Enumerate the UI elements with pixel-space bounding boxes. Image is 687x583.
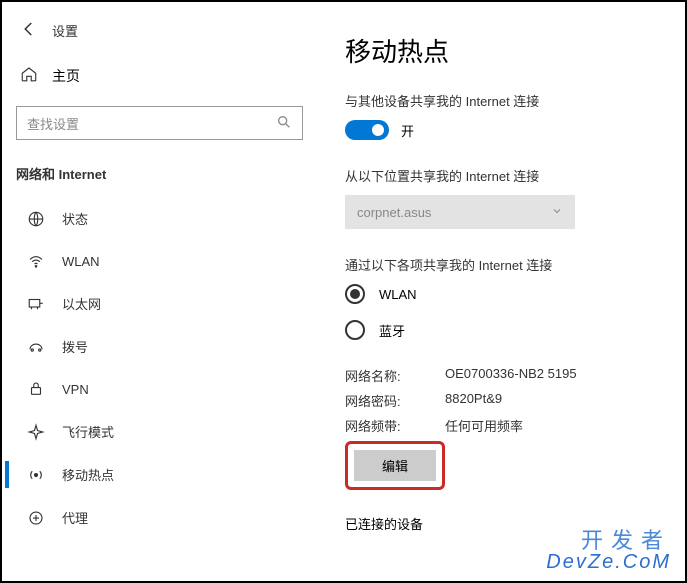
search-icon xyxy=(276,114,292,133)
sidebar-item-label: 代理 xyxy=(62,508,88,527)
globe-icon xyxy=(26,210,46,228)
net-pass-key: 网络密码: xyxy=(345,391,445,410)
sidebar-item-label: 飞行模式 xyxy=(62,422,114,441)
sidebar-item-wlan[interactable]: WLAN xyxy=(2,240,317,282)
sidebar-item-label: 拨号 xyxy=(62,337,88,356)
sidebar-item-dialup[interactable]: 拨号 xyxy=(2,325,317,368)
airplane-icon xyxy=(26,423,46,441)
sidebar-item-airplane[interactable]: 飞行模式 xyxy=(2,410,317,453)
dropdown-value: corpnet.asus xyxy=(357,205,431,220)
search-placeholder: 查找设置 xyxy=(27,114,276,133)
edit-button[interactable]: 编辑 xyxy=(354,450,436,481)
sidebar-item-status[interactable]: 状态 xyxy=(2,197,317,240)
vpn-icon xyxy=(26,380,46,398)
dialup-icon xyxy=(26,338,46,356)
toggle-state-label: 开 xyxy=(401,121,414,140)
radio-icon xyxy=(345,320,365,340)
share-toggle[interactable] xyxy=(345,120,389,140)
connected-devices-label: 已连接的设备 xyxy=(345,514,657,533)
window-title: 设置 xyxy=(52,21,78,40)
radio-bluetooth[interactable]: 蓝牙 xyxy=(345,320,657,340)
sidebar-item-label: 状态 xyxy=(62,209,88,228)
sidebar-item-label: 以太网 xyxy=(62,294,101,313)
search-input[interactable]: 查找设置 xyxy=(16,106,303,140)
net-band-key: 网络频带: xyxy=(345,416,445,435)
hotspot-icon xyxy=(26,466,46,484)
net-name-value: OE0700336-NB2 5195 xyxy=(445,366,657,385)
radio-label: WLAN xyxy=(379,287,417,302)
share-from-dropdown[interactable]: corpnet.asus xyxy=(345,195,575,229)
sidebar-item-ethernet[interactable]: 以太网 xyxy=(2,282,317,325)
share-label: 与其他设备共享我的 Internet 连接 xyxy=(345,91,657,110)
page-title: 移动热点 xyxy=(345,32,657,69)
radio-label: 蓝牙 xyxy=(379,321,405,340)
sidebar-item-label: WLAN xyxy=(62,254,100,269)
edit-button-highlight: 编辑 xyxy=(345,441,445,490)
sidebar-item-label: 移动热点 xyxy=(62,465,114,484)
section-header: 网络和 Internet xyxy=(2,158,317,197)
net-name-key: 网络名称: xyxy=(345,366,445,385)
wifi-icon xyxy=(26,252,46,270)
share-over-label: 通过以下各项共享我的 Internet 连接 xyxy=(345,255,657,274)
sidebar-item-label: 主页 xyxy=(52,66,80,86)
home-icon xyxy=(20,65,38,86)
proxy-icon xyxy=(26,509,46,527)
back-arrow-icon[interactable] xyxy=(20,20,38,41)
sidebar-item-home[interactable]: 主页 xyxy=(2,51,317,100)
sidebar-item-label: VPN xyxy=(62,382,89,397)
net-band-value: 任何可用频率 xyxy=(445,416,657,435)
sidebar-item-proxy[interactable]: 代理 xyxy=(2,496,317,539)
sidebar-item-vpn[interactable]: VPN xyxy=(2,368,317,410)
chevron-down-icon xyxy=(551,205,563,220)
net-pass-value: 8820Pt&9 xyxy=(445,391,657,410)
ethernet-icon xyxy=(26,295,46,313)
share-from-label: 从以下位置共享我的 Internet 连接 xyxy=(345,166,657,185)
sidebar-item-hotspot[interactable]: 移动热点 xyxy=(2,453,317,496)
radio-icon xyxy=(345,284,365,304)
radio-wlan[interactable]: WLAN xyxy=(345,284,657,304)
